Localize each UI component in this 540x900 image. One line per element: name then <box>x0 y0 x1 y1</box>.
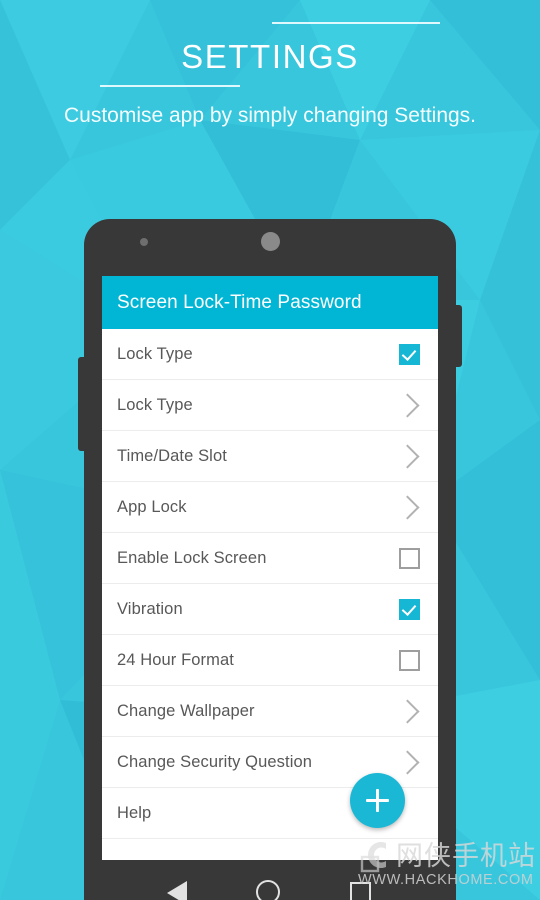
app-bar-title: Screen Lock-Time Password <box>117 291 362 313</box>
list-item-label: Change Security Question <box>117 752 313 771</box>
list-item[interactable]: Lock Type <box>102 329 438 380</box>
camera-dot-icon <box>140 238 148 246</box>
add-floating-action-button[interactable] <box>350 773 405 828</box>
list-item-label: Time/Date Slot <box>117 446 227 465</box>
page-title: SETTINGS <box>181 38 359 75</box>
home-circle-icon[interactable] <box>256 880 280 900</box>
list-item[interactable]: Vibration <box>102 584 438 635</box>
list-item[interactable]: Enable Lock Screen <box>102 533 438 584</box>
list-item[interactable]: 24 Hour Format <box>102 635 438 686</box>
chevron-right-icon[interactable] <box>395 494 420 520</box>
speaker-dot-icon <box>261 232 280 251</box>
list-item-label: 24 Hour Format <box>117 650 234 669</box>
divider-line-top <box>272 22 440 24</box>
back-triangle-icon[interactable] <box>167 881 187 900</box>
list-item-label: Help <box>117 803 152 822</box>
settings-list: Lock Type Lock Type Time/Date Slot App Lock… <box>102 329 438 839</box>
chevron-right-icon[interactable] <box>395 392 420 418</box>
checkbox-unchecked[interactable] <box>399 649 420 671</box>
checkbox-checked[interactable] <box>399 598 420 620</box>
recents-square-icon[interactable] <box>350 882 371 900</box>
list-item-label: Lock Type <box>117 344 193 363</box>
list-item[interactable]: Change Wallpaper <box>102 686 438 737</box>
app-bar: Screen Lock-Time Password <box>102 276 438 329</box>
list-item[interactable]: Lock Type <box>102 380 438 431</box>
checkbox-checked[interactable] <box>399 343 420 365</box>
android-nav-bar <box>84 867 456 900</box>
divider-line-bottom <box>100 85 240 87</box>
list-item-label: Change Wallpaper <box>117 701 255 720</box>
chevron-right-icon[interactable] <box>395 749 420 775</box>
power-button[interactable] <box>454 305 462 367</box>
phone-mockup: Screen Lock-Time Password Lock Type Lock … <box>78 219 462 900</box>
volume-button[interactable] <box>78 357 86 451</box>
list-item-label: Enable Lock Screen <box>117 548 267 567</box>
screenshot-root: SETTINGS Customise app by simply changin… <box>0 0 540 900</box>
list-item[interactable]: Time/Date Slot <box>102 431 438 482</box>
chevron-right-icon[interactable] <box>395 443 420 469</box>
list-item-label: App Lock <box>117 497 187 516</box>
list-item-label: Lock Type <box>117 395 193 414</box>
app-screen: Screen Lock-Time Password Lock Type Lock … <box>102 276 438 860</box>
list-item[interactable]: App Lock <box>102 482 438 533</box>
chevron-right-icon[interactable] <box>395 698 420 724</box>
list-item-label: Vibration <box>117 599 183 618</box>
checkbox-unchecked[interactable] <box>399 547 420 569</box>
hero-subtitle: Customise app by simply changing Setting… <box>63 104 477 127</box>
